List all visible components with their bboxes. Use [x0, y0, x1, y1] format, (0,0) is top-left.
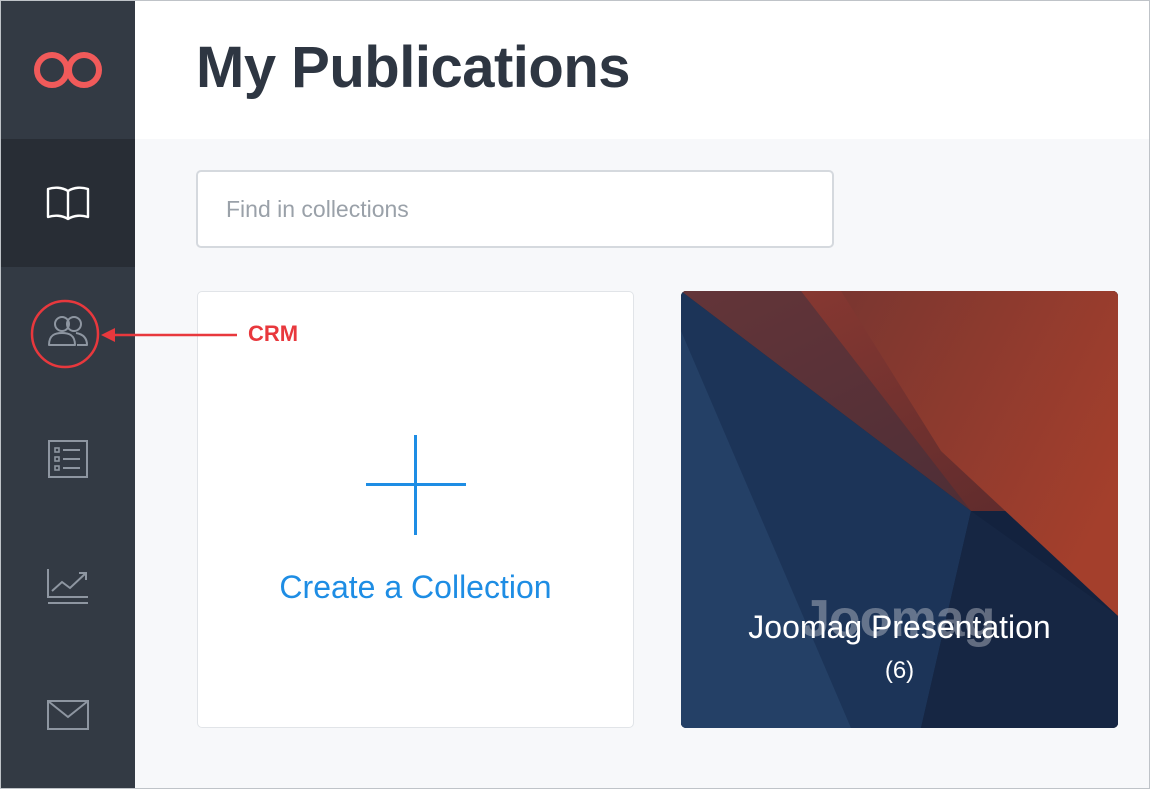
search-input[interactable]	[196, 170, 834, 248]
logo[interactable]	[1, 1, 135, 139]
page-title: My Publications	[196, 35, 631, 100]
crm-annotation-label: CRM	[248, 321, 299, 346]
sidebar	[1, 1, 135, 788]
open-book-icon	[46, 186, 90, 221]
users-icon	[48, 316, 88, 346]
infinity-logo-icon	[34, 52, 102, 88]
checklist-icon	[48, 440, 88, 478]
plus-icon	[366, 435, 466, 535]
create-collection-label: Create a Collection	[279, 569, 552, 605]
envelope-icon	[47, 700, 89, 730]
sidebar-item-publications[interactable]	[1, 139, 135, 267]
header: My Publications	[135, 1, 1149, 139]
collection-count: (6)	[884, 657, 915, 684]
collection-title: Joomag Presentation	[748, 609, 1051, 645]
create-collection-card[interactable]: Create a Collection	[197, 291, 634, 728]
sidebar-item-crm[interactable]	[1, 267, 135, 395]
sidebar-item-analytics[interactable]	[1, 523, 135, 651]
line-chart-icon	[47, 569, 88, 604]
app-window: My Publications Create a Collection	[0, 0, 1150, 789]
sidebar-item-list[interactable]	[1, 395, 135, 523]
sidebar-item-mail[interactable]	[1, 651, 135, 779]
collection-card[interactable]: Joomag Joomag Presentation (6)	[681, 291, 1118, 728]
